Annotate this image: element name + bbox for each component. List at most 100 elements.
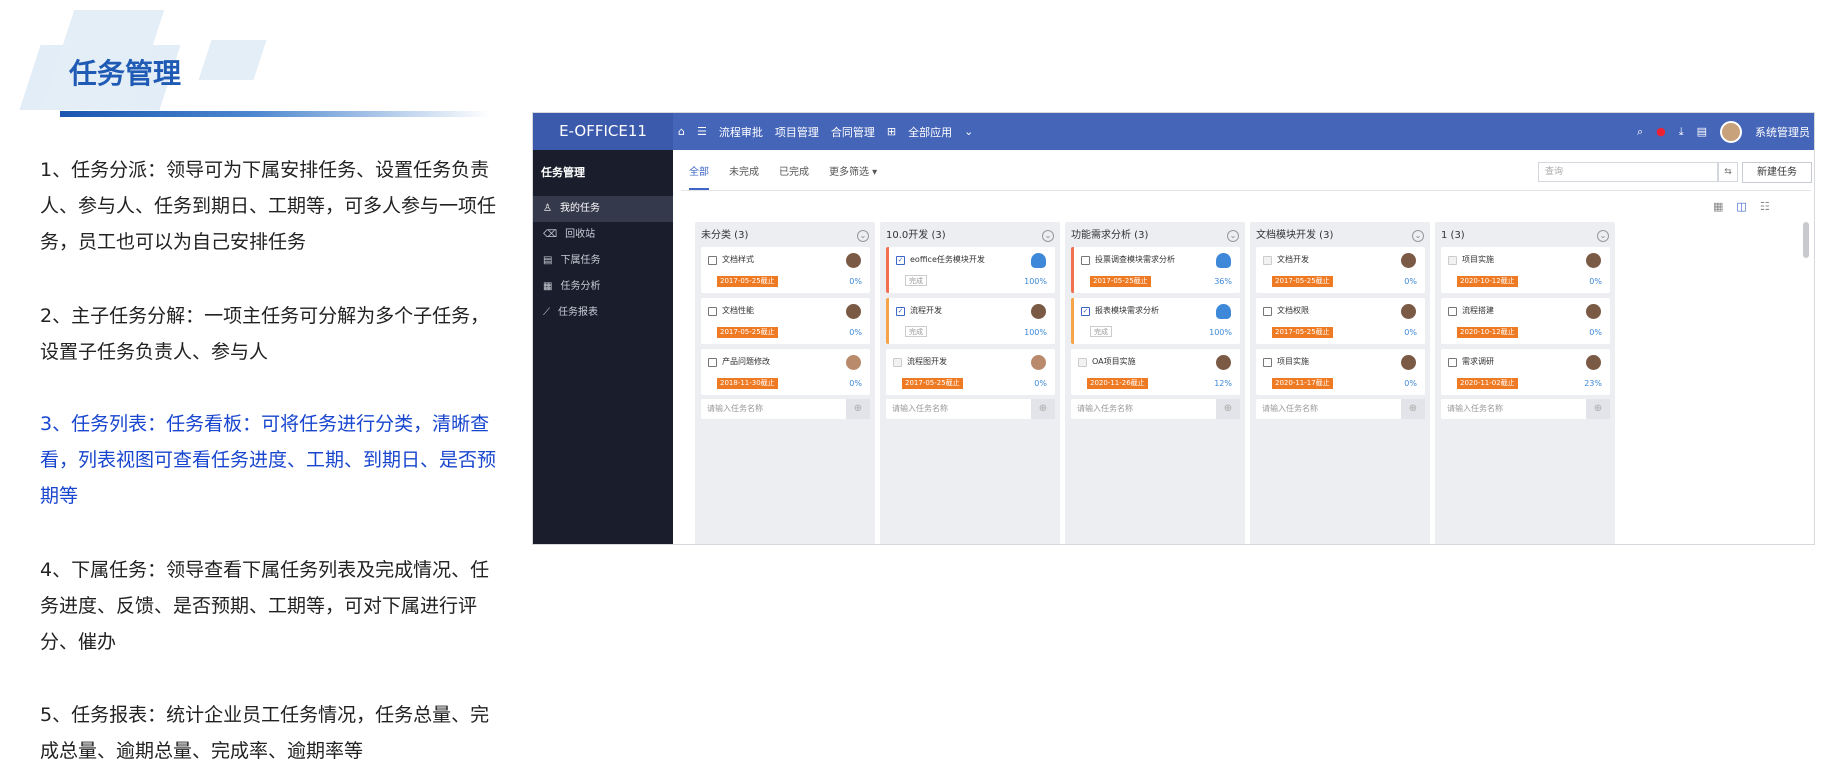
avatar[interactable] <box>1215 303 1232 320</box>
column-menu-icon[interactable]: ⌄ <box>1597 230 1609 242</box>
board-view-icon[interactable]: ◫ <box>1736 200 1746 213</box>
avatar[interactable] <box>1585 252 1602 269</box>
filter-button[interactable]: ⇆ <box>1718 162 1738 182</box>
task-card[interactable]: 项目实施 2020-11-17截止 0% <box>1256 349 1425 395</box>
download-icon[interactable]: ⤓ <box>1679 125 1684 139</box>
avatar[interactable] <box>1215 354 1232 371</box>
avatar[interactable] <box>1400 252 1417 269</box>
notification-icon[interactable]: ● <box>1656 125 1666 138</box>
user-name[interactable]: 系统管理员 <box>1755 124 1810 140</box>
task-title[interactable]: 报表模块需求分析 <box>1095 305 1205 316</box>
home-icon[interactable]: ⌂ <box>678 125 685 138</box>
task-card[interactable]: ✓ eoffice任务模块开发 完成 100% <box>886 247 1055 293</box>
task-checkbox[interactable] <box>1448 358 1457 367</box>
avatar[interactable] <box>1030 252 1047 269</box>
task-checkbox[interactable] <box>1081 256 1090 265</box>
column-menu-icon[interactable]: ⌄ <box>1042 230 1054 242</box>
tab-more-filters[interactable]: 更多筛选 ▾ <box>829 163 877 178</box>
document-icon[interactable]: ▤ <box>1697 125 1707 138</box>
nav-item-all-apps[interactable]: 全部应用 <box>908 124 952 140</box>
add-task-input[interactable]: 请输入任务名称 ⊕ <box>1256 399 1425 419</box>
apps-grid-icon[interactable]: ⊞ <box>887 125 896 138</box>
task-title[interactable]: 产品问题修改 <box>722 356 832 367</box>
task-card[interactable]: 文档样式 2017-05-25截止 0% <box>701 247 870 293</box>
nav-item-contract[interactable]: 合同管理 <box>831 124 875 140</box>
scrollbar[interactable] <box>1803 222 1809 258</box>
column-menu-icon[interactable]: ⌄ <box>1227 230 1239 242</box>
task-card[interactable]: 流程图开发 2017-05-25截止 0% <box>886 349 1055 395</box>
column-menu-icon[interactable]: ⌄ <box>1412 230 1424 242</box>
task-title[interactable]: 项目实施 <box>1462 254 1572 265</box>
task-title[interactable]: eoffice任务模块开发 <box>910 254 1020 265</box>
task-card[interactable]: 文档开发 2017-05-25截止 0% <box>1256 247 1425 293</box>
sidebar-item-my-tasks[interactable]: ♙ 我的任务 <box>533 196 673 222</box>
avatar[interactable] <box>1030 303 1047 320</box>
task-title[interactable]: 文档开发 <box>1277 254 1387 265</box>
avatar[interactable] <box>1720 120 1742 143</box>
add-icon[interactable]: ⊕ <box>1401 399 1425 419</box>
avatar[interactable] <box>845 303 862 320</box>
task-checkbox[interactable] <box>708 256 717 265</box>
task-checkbox[interactable]: ✓ <box>896 307 905 316</box>
menu-icon[interactable]: ☰ <box>697 125 707 138</box>
avatar[interactable] <box>1215 252 1232 269</box>
avatar[interactable] <box>845 252 862 269</box>
search-input[interactable]: 查询 <box>1538 162 1718 182</box>
task-checkbox[interactable] <box>1078 358 1087 367</box>
add-icon[interactable]: ⊕ <box>1031 399 1055 419</box>
task-title[interactable]: 投票调查模块需求分析 <box>1095 254 1205 265</box>
task-card[interactable]: ✓ 报表模块需求分析 完成 100% <box>1071 298 1240 344</box>
task-title[interactable]: 流程开发 <box>910 305 1020 316</box>
sidebar-item-report[interactable]: ⟋ 任务报表 <box>533 300 673 326</box>
column-menu-icon[interactable]: ⌄ <box>857 230 869 242</box>
task-title[interactable]: 流程图开发 <box>907 356 1017 367</box>
add-icon[interactable]: ⊕ <box>846 399 870 419</box>
task-checkbox[interactable] <box>893 358 902 367</box>
add-task-input[interactable]: 请输入任务名称 ⊕ <box>1441 399 1610 419</box>
task-checkbox[interactable] <box>1263 358 1272 367</box>
task-card[interactable]: 流程搭建 2020-10-12截止 0% <box>1441 298 1610 344</box>
add-task-input[interactable]: 请输入任务名称 ⊕ <box>701 399 870 419</box>
new-task-button[interactable]: 新建任务 <box>1742 162 1812 183</box>
task-title[interactable]: 项目实施 <box>1277 356 1387 367</box>
avatar[interactable] <box>1585 303 1602 320</box>
task-checkbox[interactable]: ✓ <box>1081 307 1090 316</box>
task-title[interactable]: OA项目实施 <box>1092 356 1202 367</box>
add-icon[interactable]: ⊕ <box>1216 399 1240 419</box>
task-card[interactable]: 投票调查模块需求分析 2017-05-25截止 36% <box>1071 247 1240 293</box>
task-checkbox[interactable] <box>708 307 717 316</box>
tab-all[interactable]: 全部 <box>689 151 709 190</box>
search-icon[interactable]: ⌕ <box>1637 125 1643 139</box>
add-icon[interactable]: ⊕ <box>1586 399 1610 419</box>
avatar[interactable] <box>1030 354 1047 371</box>
avatar[interactable] <box>1400 303 1417 320</box>
sidebar-item-recycle[interactable]: ⌫ 回收站 <box>533 222 673 248</box>
chevron-down-icon[interactable]: ⌄ <box>964 125 973 138</box>
task-checkbox[interactable] <box>1448 307 1457 316</box>
task-card[interactable]: 文档权限 2017-05-25截止 0% <box>1256 298 1425 344</box>
task-title[interactable]: 流程搭建 <box>1462 305 1572 316</box>
tab-finished[interactable]: 已完成 <box>779 163 809 178</box>
task-checkbox[interactable] <box>708 358 717 367</box>
list-view-icon[interactable]: ▦ <box>1713 200 1723 213</box>
sidebar-item-analysis[interactable]: ▦ 任务分析 <box>533 274 673 300</box>
gantt-view-icon[interactable]: ☷ <box>1760 200 1770 213</box>
task-checkbox[interactable] <box>1448 256 1457 265</box>
task-card[interactable]: 项目实施 2020-10-12截止 0% <box>1441 247 1610 293</box>
add-task-input[interactable]: 请输入任务名称 ⊕ <box>1071 399 1240 419</box>
task-card[interactable]: OA项目实施 2020-11-26截止 12% <box>1071 349 1240 395</box>
avatar[interactable] <box>1585 354 1602 371</box>
avatar[interactable] <box>1400 354 1417 371</box>
task-card[interactable]: 产品问题修改 2018-11-30截止 0% <box>701 349 870 395</box>
task-checkbox[interactable]: ✓ <box>896 256 905 265</box>
task-checkbox[interactable] <box>1263 307 1272 316</box>
task-card[interactable]: 需求调研 2020-11-02截止 23% <box>1441 349 1610 395</box>
task-checkbox[interactable] <box>1263 256 1272 265</box>
task-title[interactable]: 需求调研 <box>1462 356 1572 367</box>
task-title[interactable]: 文档权限 <box>1277 305 1387 316</box>
nav-item-project[interactable]: 项目管理 <box>775 124 819 140</box>
avatar[interactable] <box>845 354 862 371</box>
task-title[interactable]: 文档样式 <box>722 254 832 265</box>
add-task-input[interactable]: 请输入任务名称 ⊕ <box>886 399 1055 419</box>
tab-unfinished[interactable]: 未完成 <box>729 163 759 178</box>
